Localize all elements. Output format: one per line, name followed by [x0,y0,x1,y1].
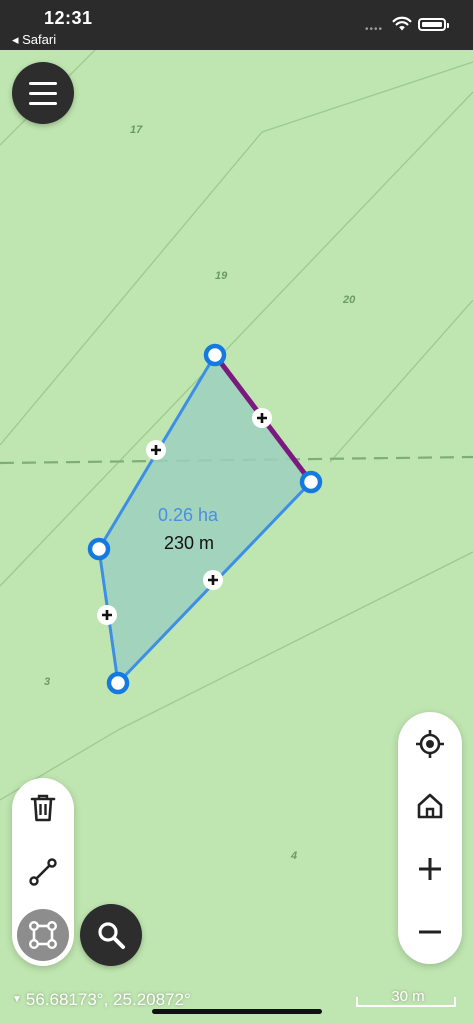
battery-icon [418,18,449,31]
status-bar: 12:31 ◂ Safari •••• [0,0,473,50]
parcel-label: 19 [215,270,228,282]
add-vertex-icon[interactable] [203,570,223,590]
menu-button[interactable] [12,62,74,124]
vertex-handle[interactable] [203,343,227,367]
map-nav-panel [398,712,462,964]
zoom-out-button[interactable] [404,906,456,958]
line-measure-icon [29,858,57,886]
wifi-icon [392,16,412,31]
length-measurement: 230 m [164,533,215,553]
line-measure-button[interactable] [17,846,69,898]
area-measure-button[interactable] [17,909,69,961]
search-icon [98,922,125,949]
delete-button[interactable] [17,782,69,834]
area-measure-icon [29,921,58,950]
scale-label: 30 m [391,988,425,1005]
hamburger-icon [29,81,57,85]
search-button[interactable] [80,904,142,966]
coordinates-text: 56.68173°, 25.20872° [25,990,191,1009]
measure-tools-panel [12,778,74,966]
vertex-handle[interactable] [299,470,323,494]
home-icon [417,793,443,819]
add-vertex-icon[interactable] [252,408,272,428]
zoom-out-icon [419,930,441,934]
parcel-label: 3 [44,676,51,688]
home-indicator [152,1009,322,1014]
zoom-in-button[interactable] [404,843,456,895]
parcel-label: 4 [291,850,298,862]
parcel-label: 20 [343,294,356,306]
vertex-handle[interactable] [106,671,130,695]
status-time: 12:31 [44,8,93,28]
caret-down-icon: ▼ [12,994,22,1005]
coordinates-readout[interactable]: ▼ 56.68173°, 25.20872° [12,990,191,1010]
zoom-in-icon [419,858,441,880]
vertex-handle[interactable] [87,537,111,561]
add-vertex-icon[interactable] [146,440,166,460]
locate-icon [416,730,444,758]
back-to-safari[interactable]: ◂ Safari [12,32,56,48]
trash-icon [30,794,56,822]
add-vertex-icon[interactable] [97,605,117,625]
area-measurement: 0.26 ha [158,505,219,525]
scale-bar: 30 m [356,988,460,1007]
home-button[interactable] [404,780,456,832]
locate-button[interactable] [404,718,456,770]
scale-bar-line [356,997,456,1007]
parcel-label: 17 [130,124,143,136]
signal-icon: •••• [365,24,384,35]
